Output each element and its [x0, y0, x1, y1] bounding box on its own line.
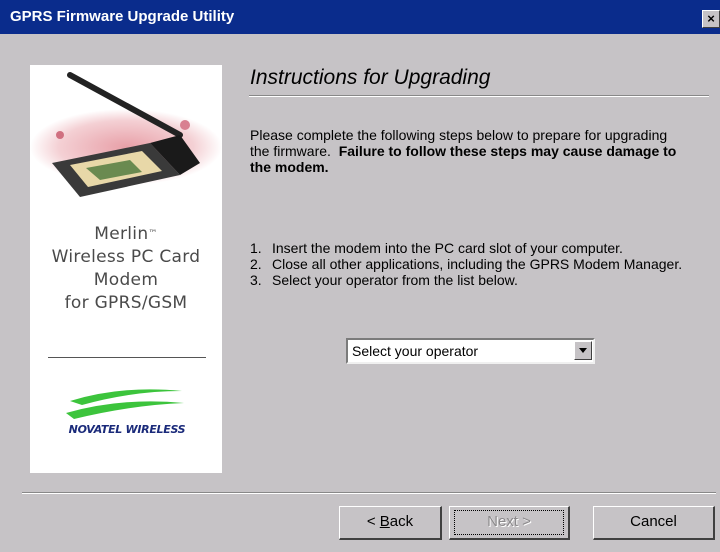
intro-text: Please complete the following steps belo… — [250, 127, 690, 175]
dropdown-arrow-icon[interactable] — [574, 341, 592, 360]
modem-card-image — [30, 72, 222, 197]
window-title: GPRS Firmware Upgrade Utility — [10, 8, 235, 25]
step-item: 2. Close all other applications, includi… — [250, 256, 683, 272]
page-heading: Instructions for Upgrading — [250, 66, 491, 89]
cancel-button[interactable]: Cancel — [593, 506, 715, 540]
title-bar[interactable]: GPRS Firmware Upgrade Utility × — [0, 0, 720, 34]
product-side-panel: Merlin™ Wireless PC Card Modem for GPRS/… — [30, 65, 222, 473]
product-name-line-1: Merlin™ — [94, 224, 158, 244]
footer-divider — [22, 492, 716, 494]
operator-select-value: Select your operator — [352, 343, 479, 359]
side-divider — [48, 357, 206, 358]
operator-select[interactable]: Select your operator — [346, 338, 595, 364]
product-name-line-3: Modem — [93, 270, 159, 290]
cancel-button-label: Cancel — [630, 513, 677, 530]
back-button[interactable]: < Back — [339, 506, 442, 540]
step-item: 3. Select your operator from the list be… — [250, 272, 518, 288]
close-button[interactable]: × — [702, 10, 720, 28]
upgrade-dialog: GPRS Firmware Upgrade Utility × Merlin™ … — [0, 0, 720, 552]
logo-text: NOVATEL WIRELESS — [68, 423, 186, 436]
product-name: Merlin™ Wireless PC Card Modem for GPRS/… — [30, 223, 222, 315]
novatel-logo: NOVATEL WIRELESS — [52, 383, 202, 445]
close-icon: × — [707, 11, 715, 26]
product-name-line-4: for GPRS/GSM — [64, 293, 188, 313]
focus-rect — [454, 510, 564, 535]
swoosh-icon — [66, 389, 184, 419]
next-button[interactable]: Next > — [449, 506, 570, 540]
steps-list: 1. Insert the modem into the PC card slo… — [250, 240, 700, 288]
heading-divider — [249, 95, 709, 97]
product-name-line-2: Wireless PC Card — [51, 247, 201, 267]
step-item: 1. Insert the modem into the PC card slo… — [250, 240, 623, 256]
